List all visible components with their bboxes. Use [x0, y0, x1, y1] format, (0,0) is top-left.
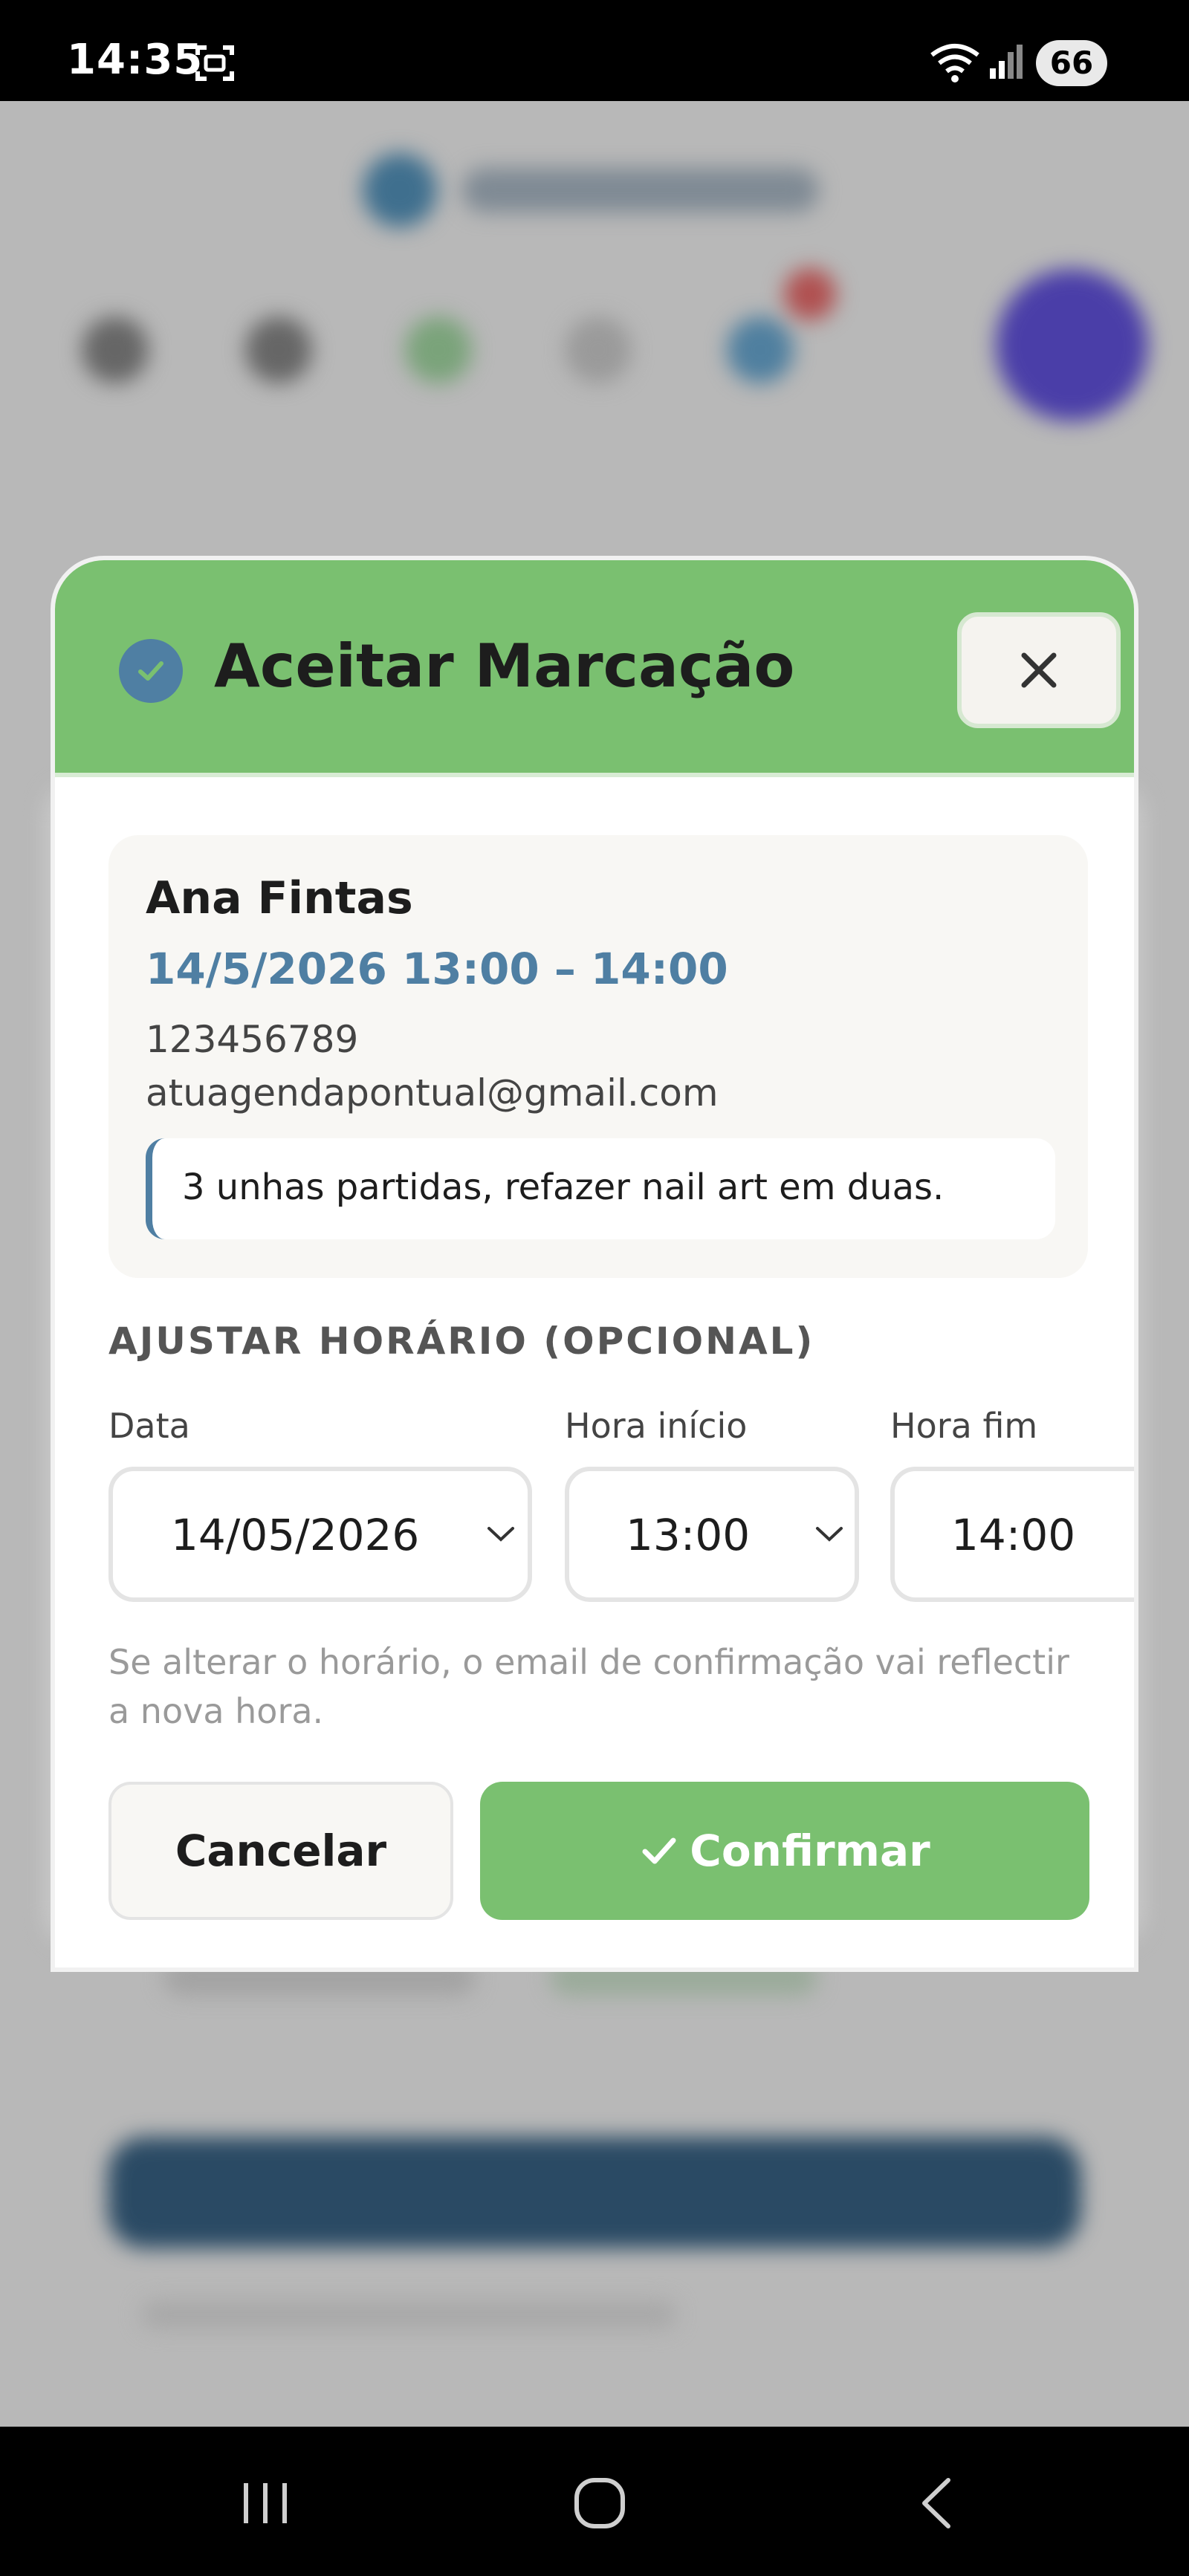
- check-circle-icon: [119, 639, 183, 703]
- bg-nav-icon: [82, 317, 149, 383]
- bg-nav-icon: [245, 317, 312, 383]
- screenshot-icon: [195, 43, 235, 86]
- client-phone: 123456789: [146, 1018, 359, 1061]
- bg-text-line: [141, 2300, 676, 2329]
- client-email: atuagendapontual@gmail.com: [146, 1071, 719, 1115]
- close-button[interactable]: [957, 612, 1121, 728]
- cancel-button[interactable]: Cancelar: [108, 1782, 453, 1920]
- chevron-down-icon: [816, 1527, 843, 1542]
- bg-logo-icon: [363, 153, 437, 227]
- recents-icon[interactable]: [239, 2477, 291, 2532]
- end-time-label: Hora fim: [890, 1406, 1038, 1446]
- start-time-value: 13:00: [626, 1510, 751, 1560]
- bg-nav-icon: [405, 317, 472, 383]
- confirm-button-label: Confirmar: [690, 1826, 930, 1876]
- date-select-value: 14/05/2026: [171, 1510, 420, 1560]
- adjust-time-heading: AJUSTAR HORÁRIO (OPCIONAL): [108, 1320, 815, 1363]
- booking-info-card: Ana Fintas 14/5/2026 13:00 – 14:00 12345…: [108, 835, 1088, 1278]
- chevron-down-icon: [487, 1527, 514, 1542]
- date-select[interactable]: 14/05/2026: [108, 1467, 532, 1602]
- modal-title: Aceitar Marcação: [214, 632, 795, 701]
- start-time-label: Hora início: [565, 1406, 748, 1446]
- booking-notes-text: 3 unhas partidas, refazer nail art em du…: [182, 1167, 945, 1208]
- close-icon: [1021, 652, 1057, 688]
- end-time-select[interactable]: 14:00: [890, 1467, 1134, 1602]
- home-icon[interactable]: [572, 2476, 627, 2534]
- battery-indicator: 66: [1036, 40, 1107, 86]
- booking-notes: 3 unhas partidas, refazer nail art em du…: [146, 1138, 1055, 1239]
- modal-header: Aceitar Marcação: [55, 560, 1134, 777]
- back-icon[interactable]: [916, 2476, 957, 2534]
- system-nav-bar: [0, 2427, 1189, 2576]
- bg-notification-badge: [784, 268, 836, 320]
- helper-text: Se alterar o horário, o email de confirm…: [108, 1642, 1069, 1731]
- status-bar: 14:35 66: [0, 0, 1189, 101]
- client-name: Ana Fintas: [146, 872, 413, 924]
- booking-datetime: 14/5/2026 13:00 – 14:00: [146, 944, 728, 994]
- bg-logo-wordmark: [462, 168, 819, 212]
- confirm-button[interactable]: Confirmar: [480, 1782, 1089, 1920]
- checkmark-icon: [642, 1837, 676, 1864]
- signal-icon: [988, 43, 1026, 83]
- date-label: Data: [108, 1406, 190, 1446]
- end-time-value: 14:00: [951, 1510, 1076, 1560]
- bg-nav-icon: [565, 317, 632, 383]
- bg-action-bar: [108, 2137, 1081, 2248]
- accept-booking-modal: Aceitar Marcação Ana Fintas 14/5/2026 13…: [51, 556, 1138, 1972]
- bg-nav-icon: [727, 317, 794, 383]
- status-time: 14:35: [67, 36, 204, 84]
- wifi-icon: [929, 42, 981, 86]
- start-time-select[interactable]: 13:00: [565, 1467, 859, 1602]
- bg-avatar: [996, 269, 1148, 421]
